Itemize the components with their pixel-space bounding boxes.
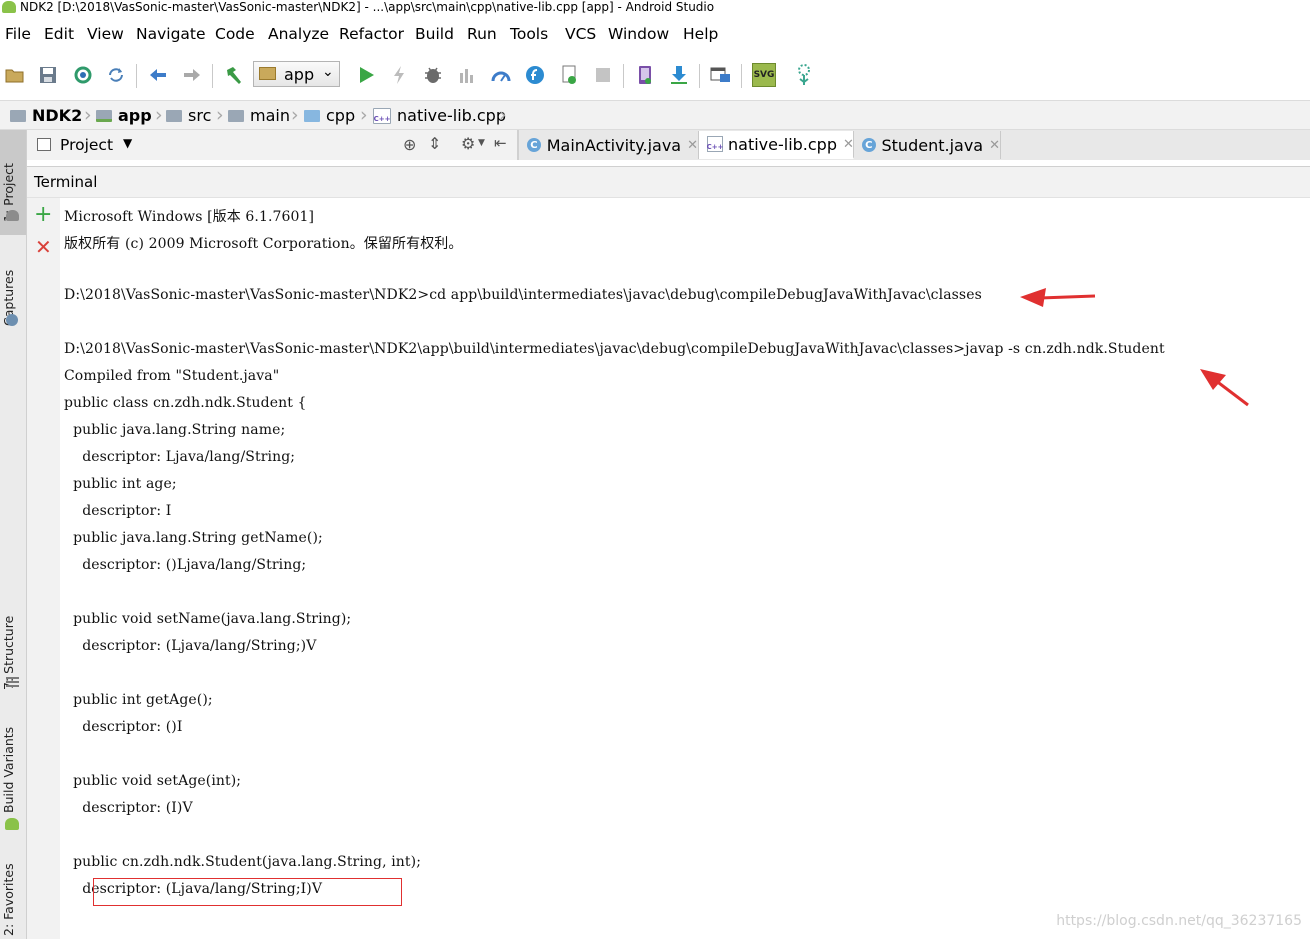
annotation-arrow-icon [1020,288,1096,307]
annotation-arrow-icon [1200,369,1249,407]
annotation-arrows [1020,288,1249,407]
